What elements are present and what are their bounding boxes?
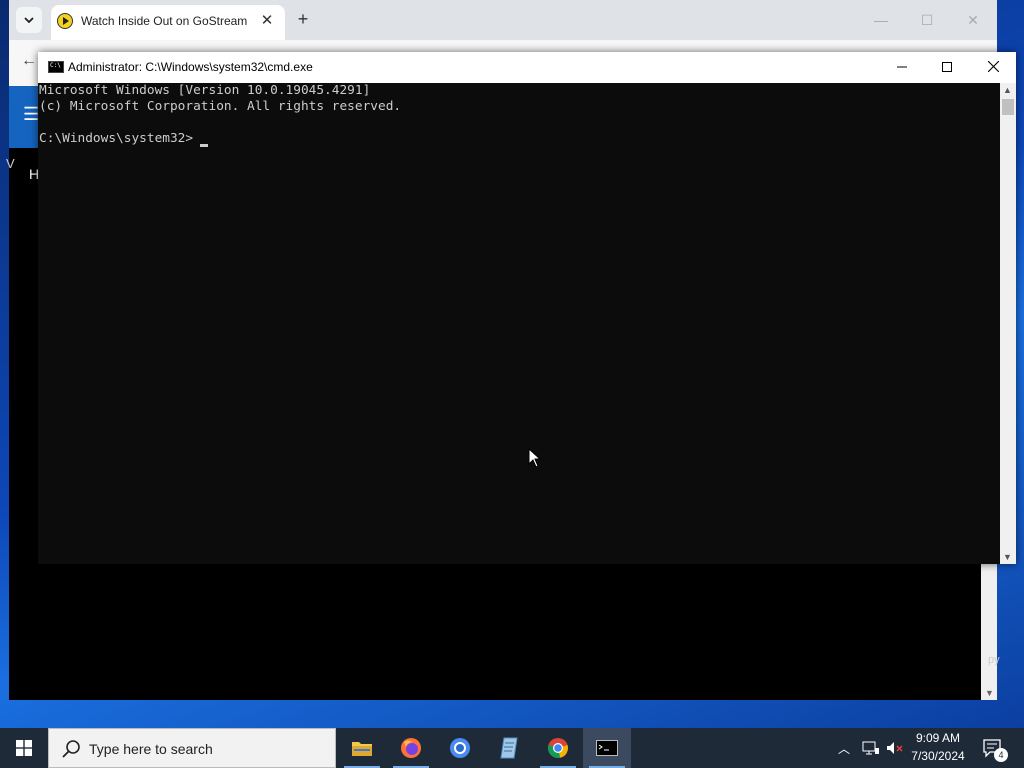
maximize-button[interactable] bbox=[924, 52, 970, 83]
taskbar-notes-app[interactable] bbox=[485, 728, 533, 768]
browser-close-button[interactable]: ✕ bbox=[963, 10, 983, 30]
notes-icon bbox=[500, 737, 518, 759]
browser-maximize-button[interactable]: ☐ bbox=[917, 10, 937, 30]
show-hidden-icons-chevron-icon[interactable]: ︿ bbox=[838, 740, 850, 757]
taskbar-cmd[interactable] bbox=[583, 728, 631, 768]
file-explorer-icon bbox=[352, 742, 372, 756]
new-tab-button[interactable]: + bbox=[293, 9, 313, 29]
console-line: (c) Microsoft Corporation. All rights re… bbox=[39, 99, 402, 114]
chromium-icon bbox=[450, 738, 470, 758]
back-arrow-icon[interactable]: ← bbox=[21, 52, 37, 70]
tab-search-dropdown-button[interactable] bbox=[16, 7, 42, 33]
cmd-icon bbox=[596, 740, 618, 756]
notification-count-badge: 4 bbox=[994, 748, 1008, 762]
search-placeholder: Type here to search bbox=[89, 741, 213, 757]
taskbar-file-explorer[interactable] bbox=[338, 728, 386, 768]
gostream-favicon-icon bbox=[57, 13, 73, 29]
page-text-fragment: V bbox=[6, 156, 15, 171]
search-icon bbox=[62, 740, 80, 758]
console-output-area[interactable]: Microsoft Windows [Version 10.0.19045.42… bbox=[38, 83, 1000, 564]
cmd-scrollbar[interactable]: ▲ ▼ bbox=[1000, 83, 1016, 564]
volume-muted-icon[interactable] bbox=[886, 741, 904, 755]
browser-minimize-button[interactable]: — bbox=[871, 10, 891, 30]
console-app-icon bbox=[48, 61, 64, 73]
close-icon bbox=[987, 60, 999, 73]
hamburger-menu-icon[interactable]: ☰ bbox=[23, 104, 39, 125]
cmd-window-title: Administrator: C:\Windows\system32\cmd.e… bbox=[68, 60, 313, 74]
minimize-icon bbox=[897, 66, 907, 68]
cmd-window[interactable]: Administrator: C:\Windows\system32\cmd.e… bbox=[38, 52, 1016, 564]
scroll-down-arrow-icon[interactable]: ▼ bbox=[985, 688, 994, 698]
maximize-icon bbox=[942, 62, 952, 72]
tab-title: Watch Inside Out on GoStream bbox=[81, 14, 248, 28]
console-line: Microsoft Windows [Version 10.0.19045.42… bbox=[39, 83, 371, 98]
scroll-up-arrow-icon[interactable]: ▲ bbox=[1003, 85, 1012, 95]
minimize-button[interactable] bbox=[879, 52, 925, 83]
firefox-icon bbox=[401, 738, 421, 758]
close-button[interactable] bbox=[970, 52, 1016, 83]
scroll-down-arrow-icon[interactable]: ▼ bbox=[1003, 552, 1012, 562]
page-text-fragment: py bbox=[988, 654, 1000, 666]
windows-logo-icon bbox=[16, 740, 32, 756]
browser-tab[interactable]: Watch Inside Out on GoStream ✕ bbox=[51, 5, 285, 40]
taskbar-chrome[interactable] bbox=[534, 728, 582, 768]
chevron-down-icon bbox=[24, 17, 34, 23]
console-prompt: C:\Windows\system32> bbox=[39, 131, 194, 146]
text-cursor bbox=[200, 144, 208, 147]
browser-tab-bar: Watch Inside Out on GoStream ✕ + — ☐ ✕ bbox=[9, 0, 997, 40]
tab-close-button[interactable]: ✕ bbox=[257, 11, 277, 31]
scrollbar-thumb[interactable] bbox=[1002, 99, 1014, 115]
start-button[interactable] bbox=[0, 728, 48, 768]
mouse-pointer-icon bbox=[528, 448, 542, 468]
network-icon[interactable] bbox=[862, 741, 880, 755]
taskbar-firefox[interactable] bbox=[387, 728, 435, 768]
taskbar-search-box[interactable]: Type here to search bbox=[48, 728, 336, 768]
browser-scrollbar[interactable]: ▼ bbox=[981, 562, 997, 700]
clock-date[interactable]: 7/30/2024 bbox=[907, 749, 969, 763]
clock-time[interactable]: 9:09 AM bbox=[912, 731, 964, 745]
taskbar: Type here to search ︿ 9:09 AM 7/30/2024 … bbox=[0, 728, 1024, 768]
chrome-icon bbox=[548, 738, 568, 758]
cmd-title-bar[interactable]: Administrator: C:\Windows\system32\cmd.e… bbox=[38, 52, 1016, 83]
taskbar-chromium[interactable] bbox=[436, 728, 484, 768]
